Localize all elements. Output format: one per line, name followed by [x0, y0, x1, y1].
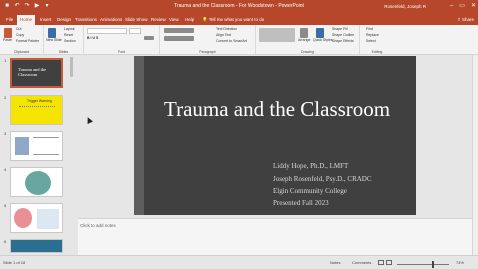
tab-insert[interactable]: Insert — [37, 15, 54, 25]
subtitle-line-3[interactable]: Elgin Community College — [273, 187, 347, 195]
arrange-label[interactable]: Arrange — [298, 38, 310, 43]
paragraph-group: Text Direction Align Text Convert to Sma… — [160, 25, 256, 55]
status-bar: Slide 1 of 18 Notes Comments 74% — [0, 255, 478, 269]
normal-view-icon[interactable] — [378, 260, 384, 265]
thumb-number: 4 — [4, 167, 7, 172]
paste-label[interactable]: Paste — [3, 38, 12, 43]
slide-counter: Slide 1 of 18 — [3, 260, 26, 265]
bullets-icon[interactable] — [164, 28, 194, 33]
shapes-gallery[interactable] — [259, 28, 295, 42]
replace-button[interactable]: Replace — [366, 33, 379, 38]
thumb-body — [19, 106, 55, 120]
quick-styles-label[interactable]: Quick Styles — [313, 38, 332, 43]
convert-smartart-button[interactable]: Convert to SmartArt — [216, 39, 247, 44]
bold-icon[interactable]: B I U S — [87, 36, 98, 41]
section-button[interactable]: Section — [64, 39, 76, 44]
shape-fill-button[interactable]: Shape Fill — [332, 27, 348, 32]
user-name[interactable]: Rosenfeld, Joseph R — [384, 2, 426, 11]
format-painter-button[interactable]: Format Painter — [16, 39, 39, 44]
thumb-title: Trigger Warning — [27, 99, 52, 103]
thumbnail-slide-5[interactable] — [10, 203, 63, 233]
thumb-body — [37, 209, 59, 229]
thumbnail-slide-3[interactable] — [10, 131, 63, 161]
subtitle-line-1[interactable]: Liddy Hope, Ph.D., LMFT — [273, 162, 348, 170]
find-button[interactable]: Find — [366, 27, 373, 32]
paste-icon[interactable] — [4, 28, 12, 38]
font-color-icon[interactable] — [144, 36, 154, 40]
select-button[interactable]: Select — [366, 39, 376, 44]
tab-file[interactable]: File — [3, 15, 16, 25]
thumb-number: 2 — [4, 95, 7, 100]
slides-group: New Slide Layout Reset Section Slides — [44, 25, 84, 55]
shape-effects-button[interactable]: Shape Effects — [332, 39, 354, 44]
cut-button[interactable]: Cut — [16, 27, 21, 32]
subtitle-line-2[interactable]: Joseph Rosenfeld, Psy.D., CRADC — [273, 175, 372, 183]
drawing-group: Arrange Quick Styles Shape Fill Shape Ou… — [256, 25, 360, 55]
thumb-number: 3 — [4, 131, 7, 136]
title-bar: ■ ↶ ↷ ▶ ▾ Trauma and the Classroom - For… — [0, 0, 478, 14]
lightbulb-icon: 💡 — [202, 17, 209, 22]
tab-design[interactable]: Design — [54, 15, 74, 25]
tab-help[interactable]: Help — [182, 15, 197, 25]
ribbon-tabs: File Home Insert Design Transitions Anim… — [0, 14, 478, 25]
thumbnail-slide-1[interactable]: Trauma and the Classroom — [10, 58, 63, 88]
clipboard-group: Paste Cut Copy Format Painter Clipboard — [0, 25, 44, 55]
thumbnail-slide-2[interactable]: Trigger Warning — [10, 95, 63, 125]
current-slide[interactable]: Trauma and the Classroom Liddy Hope, Ph.… — [134, 56, 416, 215]
slide-thumbnail-pane[interactable]: 1 Trauma and the Classroom 2 Trigger War… — [0, 55, 77, 255]
slide-title[interactable]: Trauma and the Classroom — [164, 98, 404, 120]
font-group: B I U S Font — [84, 25, 160, 55]
font-name-dropdown[interactable] — [87, 28, 127, 34]
thumb-image — [25, 171, 51, 195]
zoom-slider-handle[interactable] — [432, 261, 434, 268]
notes-pane[interactable]: Click to add notes — [78, 218, 472, 255]
thumb-image — [15, 137, 29, 155]
comments-toggle[interactable]: Comments — [352, 258, 371, 267]
align-icon[interactable] — [164, 36, 194, 41]
zoom-slider[interactable] — [397, 264, 449, 265]
layout-button[interactable]: Layout — [64, 27, 75, 32]
tab-view[interactable]: View — [166, 15, 182, 25]
new-slide-label[interactable]: New Slide — [46, 38, 62, 43]
tab-transitions[interactable]: Transitions — [72, 15, 100, 25]
reset-button[interactable]: Reset — [64, 33, 73, 38]
copy-button[interactable]: Copy — [16, 33, 24, 38]
share-button[interactable]: ⇧ Share — [457, 15, 474, 25]
tab-slide-show[interactable]: Slide Show — [122, 15, 151, 25]
zoom-level[interactable]: 74% — [456, 258, 464, 267]
shape-outline-button[interactable]: Shape Outline — [332, 33, 354, 38]
new-slide-icon[interactable] — [48, 28, 56, 38]
subtitle-line-4[interactable]: Presented Fall 2023 — [273, 199, 329, 207]
thumbnail-slide-4[interactable] — [10, 167, 63, 197]
editing-group: Find Replace Select Editing — [360, 25, 394, 55]
ribbon: Paste Cut Copy Format Painter Clipboard … — [0, 25, 478, 55]
thumb-image — [14, 208, 32, 228]
thumbnail-slide-6[interactable] — [10, 239, 63, 253]
minimize-button[interactable]: – — [450, 1, 453, 12]
notes-placeholder[interactable]: Click to add notes — [80, 223, 116, 228]
align-text-button[interactable]: Align Text — [216, 33, 231, 38]
slide-sorter-icon[interactable] — [386, 260, 392, 265]
thumb-number: 1 — [4, 58, 7, 63]
thumb-title: Trauma and the Classroom — [18, 67, 47, 77]
maximize-button[interactable]: ▭ — [459, 1, 465, 12]
quick-styles-icon[interactable] — [316, 28, 324, 38]
tab-home[interactable]: Home — [17, 15, 36, 25]
tell-me-search[interactable]: 💡 Tell me what you want to do — [202, 15, 264, 25]
thumb-number: 6 — [4, 239, 7, 244]
slide-accent-stripe — [134, 56, 144, 215]
close-button[interactable]: ✕ — [471, 1, 476, 12]
thumb-number: 5 — [4, 203, 7, 208]
notes-toggle[interactable]: Notes — [330, 258, 340, 267]
thumb-body — [33, 137, 59, 155]
arrange-icon[interactable] — [300, 28, 308, 38]
text-direction-button[interactable]: Text Direction — [216, 27, 237, 32]
thumbnail-scrollbar[interactable] — [70, 57, 73, 77]
font-size-dropdown[interactable] — [129, 28, 141, 34]
editor-scrollbar[interactable] — [472, 55, 478, 255]
